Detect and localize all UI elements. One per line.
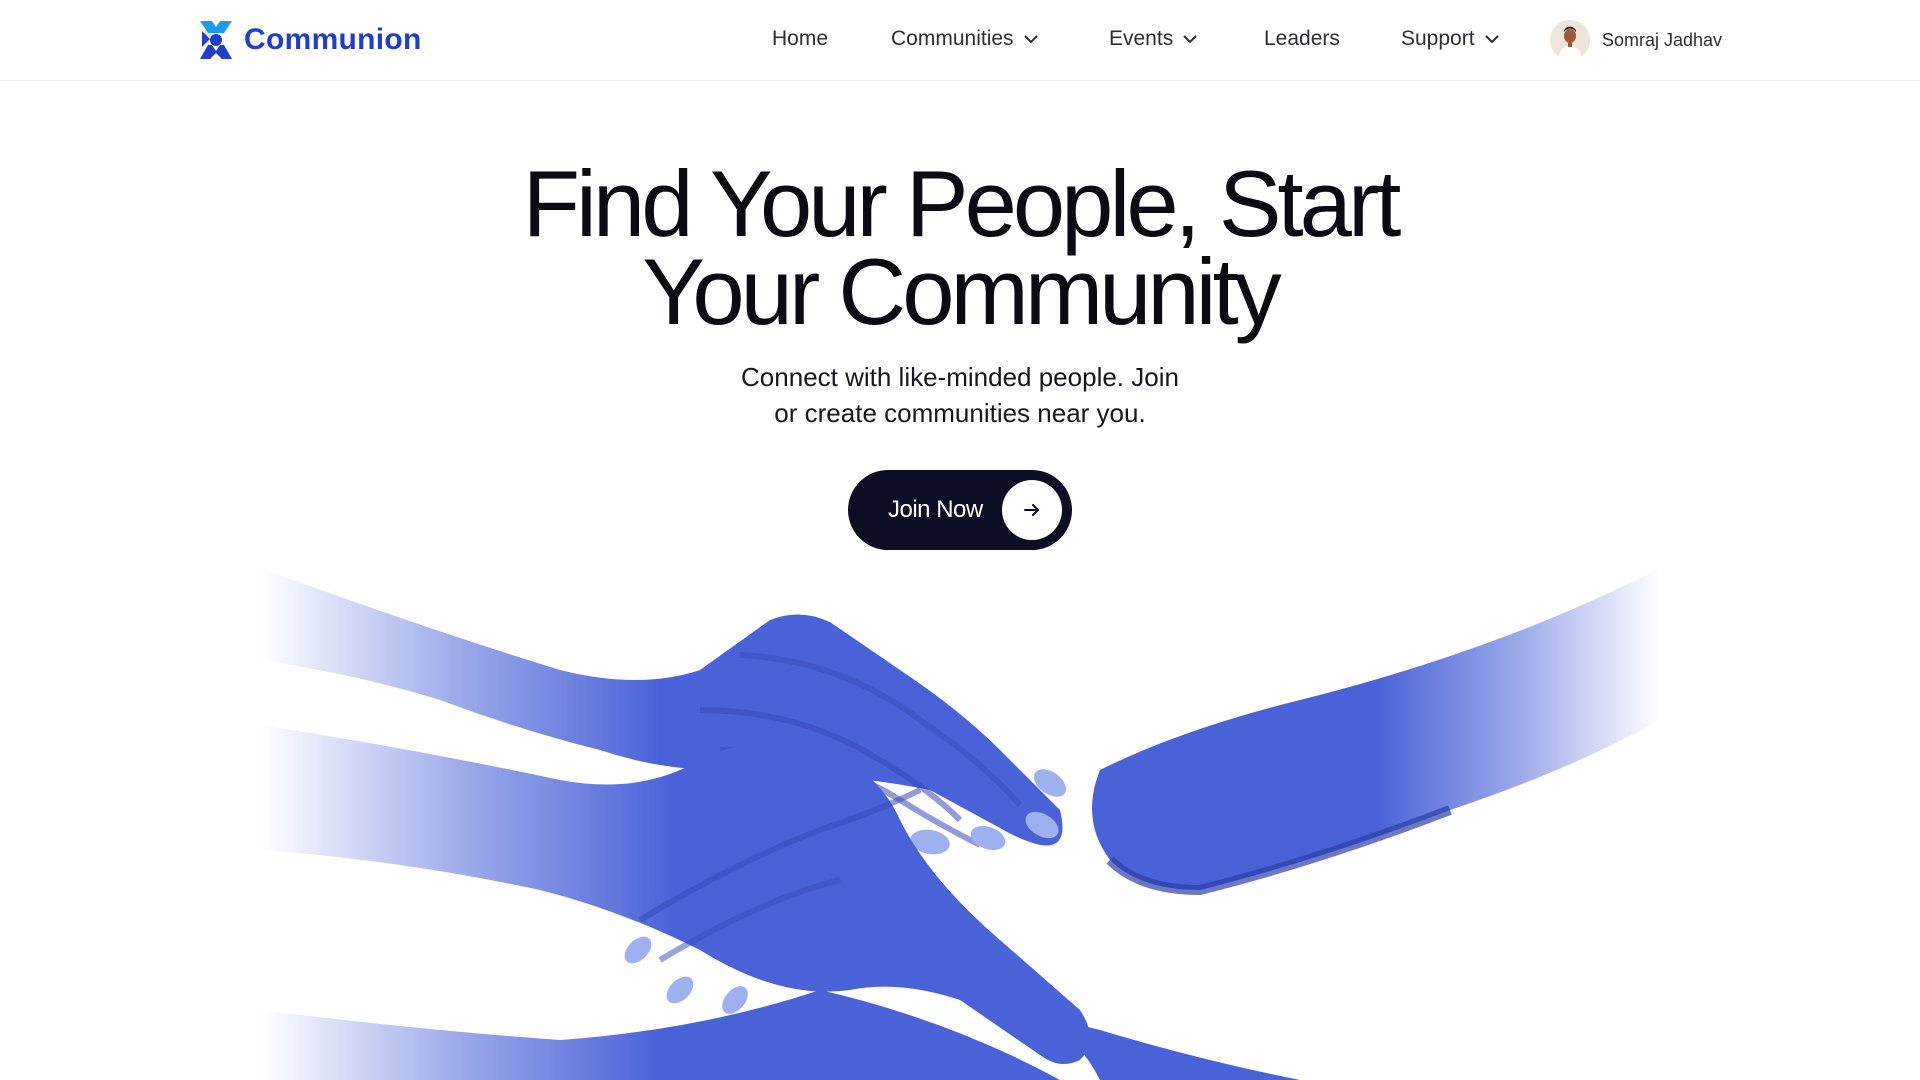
main-nav: Home Communities Events Leaders Support [0,0,1920,81]
nav-home[interactable]: Home [772,27,828,51]
cta-arrow-circle [1002,480,1062,540]
avatar [1550,20,1590,60]
nav-communities[interactable]: Communities [891,27,1038,51]
user-name: Somraj Jadhav [1602,29,1723,50]
nav-events[interactable]: Events [1109,27,1197,51]
hero-title: Find Your People, Start Your Community [0,151,1920,344]
top-navbar: Communion Home Communities Events Leader… [0,0,1920,81]
nav-home-label: Home [772,27,829,50]
hero-subtitle-line-2: or create communities near you. [774,398,1146,428]
join-now-button[interactable]: Join Now [848,470,1072,550]
arrow-right-icon [1024,504,1039,516]
nav-leaders-label: Leaders [1264,27,1340,50]
hero-subtitle-line-1: Connect with like-minded people. Join [741,362,1179,392]
hands-illustration [260,568,1660,1080]
nav-support[interactable]: Support [1401,27,1499,51]
user-menu[interactable]: Somraj Jadhav [1550,20,1722,60]
chevron-down-icon [1484,34,1499,43]
chevron-down-icon [1183,34,1197,43]
hero-title-line-2: Your Community [642,239,1281,344]
hero-title-line-1: Find Your People, Start [522,151,1402,256]
nav-leaders[interactable]: Leaders [1264,27,1340,51]
hero-subtitle: Connect with like-minded people. Join or… [0,359,1920,431]
nav-communities-label: Communities [891,27,1014,50]
nav-events-label: Events [1109,27,1174,50]
join-now-label: Join Now [888,496,983,523]
user-avatar-icon [1550,20,1590,60]
chevron-down-icon [1023,34,1038,43]
nav-support-label: Support [1401,27,1475,50]
